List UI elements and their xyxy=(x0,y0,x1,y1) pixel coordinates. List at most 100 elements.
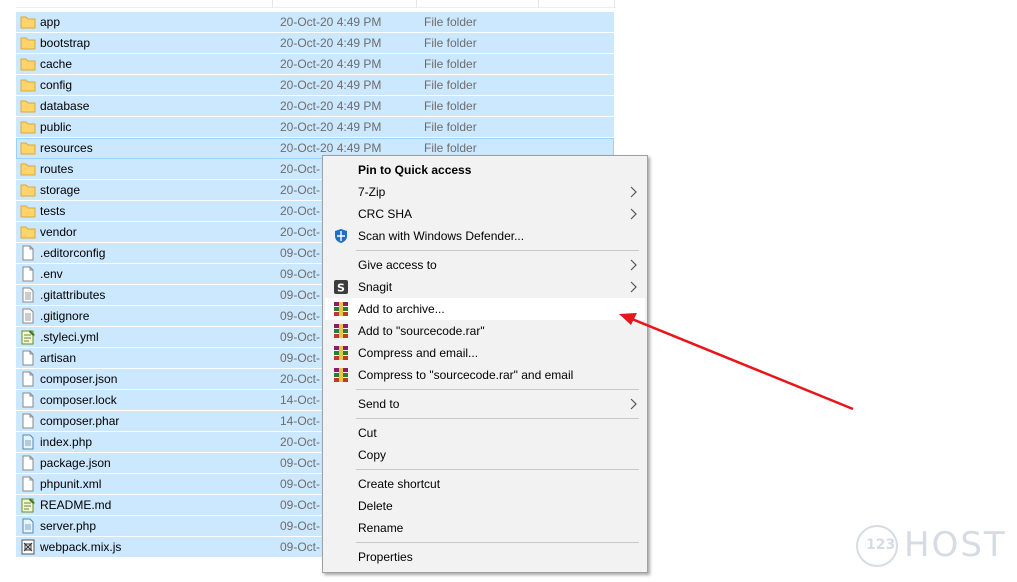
winrar-icon xyxy=(333,323,349,339)
file-name: vendor xyxy=(40,225,77,239)
file-type: File folder xyxy=(424,141,477,155)
file-date: 09-Oct- xyxy=(280,477,321,491)
file-name: README.md xyxy=(40,498,112,512)
file-date: 09-Oct- xyxy=(280,519,321,533)
file-date: 09-Oct- xyxy=(280,288,321,302)
menu-item-compress-and-email[interactable]: Compress and email... xyxy=(325,342,645,364)
menu-item-label: Add to archive... xyxy=(358,302,445,316)
file-type: File folder xyxy=(424,120,477,134)
file-date: 14-Oct- xyxy=(280,414,321,428)
file-name: bootstrap xyxy=(40,36,91,50)
file-row[interactable]: app 20-Oct-20 4:49 PM File folder xyxy=(16,12,614,33)
menu-item-copy[interactable]: Copy xyxy=(325,444,645,466)
winrar-icon xyxy=(333,367,349,383)
watermark-number: 123 xyxy=(866,537,896,553)
file-row[interactable]: database 20-Oct-20 4:49 PM File folder xyxy=(16,96,614,117)
menu-item-7zip[interactable]: 7-Zip xyxy=(325,181,645,203)
file-date: 20-Oct-20 4:49 PM xyxy=(280,120,382,134)
folder-icon xyxy=(20,203,36,219)
file-date: 09-Oct- xyxy=(280,330,321,344)
file-date: 20-Oct- xyxy=(280,183,321,197)
menu-item-send-to[interactable]: Send to xyxy=(325,393,645,415)
folder-icon xyxy=(20,161,36,177)
svg-text:S: S xyxy=(337,282,345,295)
defender-shield-icon xyxy=(333,228,349,244)
menu-item-properties[interactable]: Properties xyxy=(325,546,645,568)
menu-item-create-shortcut[interactable]: Create shortcut xyxy=(325,473,645,495)
menu-item-give-access-to[interactable]: Give access to xyxy=(325,254,645,276)
menu-separator xyxy=(356,250,639,251)
watermark-logo: 123 HOST xyxy=(856,523,1016,567)
file-date: 20-Oct-20 4:49 PM xyxy=(280,78,382,92)
file-date: 20-Oct-20 4:49 PM xyxy=(280,99,382,113)
file-date: 20-Oct-20 4:49 PM xyxy=(280,15,382,29)
file-date: 20-Oct- xyxy=(280,372,321,386)
file-icon xyxy=(20,266,36,282)
text-file-icon xyxy=(20,308,36,324)
menu-separator xyxy=(356,389,639,390)
menu-item-rename[interactable]: Rename xyxy=(325,517,645,539)
file-name: public xyxy=(40,120,72,134)
file-date: 20-Oct-20 4:49 PM xyxy=(280,141,382,155)
file-row[interactable]: cache 20-Oct-20 4:49 PM File folder xyxy=(16,54,614,75)
file-type: File folder xyxy=(424,15,477,29)
notepad-file-icon xyxy=(20,497,36,513)
file-date: 20-Oct- xyxy=(280,204,321,218)
context-menu: Pin to Quick access 7-Zip CRC SHA Scan w… xyxy=(322,155,648,573)
file-date: 09-Oct- xyxy=(280,498,321,512)
file-name: .editorconfig xyxy=(40,246,106,260)
menu-item-label: 7-Zip xyxy=(358,185,386,199)
folder-icon xyxy=(20,182,36,198)
file-name: .styleci.yml xyxy=(40,330,99,344)
file-name: app xyxy=(40,15,61,29)
menu-item-label: Send to xyxy=(358,397,400,411)
menu-item-label: Rename xyxy=(358,521,404,535)
file-date: 20-Oct- xyxy=(280,162,321,176)
menu-item-label: Scan with Windows Defender... xyxy=(358,229,525,243)
file-date: 20-Oct- xyxy=(280,435,321,449)
menu-item-cut[interactable]: Cut xyxy=(325,422,645,444)
file-date: 14-Oct- xyxy=(280,393,321,407)
file-type: File folder xyxy=(424,36,477,50)
js-file-icon xyxy=(20,539,36,555)
chevron-right-icon xyxy=(629,398,637,410)
menu-item-label: Create shortcut xyxy=(358,477,441,491)
file-icon xyxy=(20,476,36,492)
file-row[interactable]: config 20-Oct-20 4:49 PM File folder xyxy=(16,75,614,96)
file-name: tests xyxy=(40,204,66,218)
menu-item-pin-to-quick-access[interactable]: Pin to Quick access xyxy=(325,159,645,181)
file-icon xyxy=(20,350,36,366)
php-file-icon xyxy=(20,518,36,534)
file-type: File folder xyxy=(424,99,477,113)
chevron-right-icon xyxy=(629,186,637,198)
menu-item-scan-defender[interactable]: Scan with Windows Defender... xyxy=(325,225,645,247)
menu-item-label: Cut xyxy=(358,426,377,440)
folder-icon xyxy=(20,119,36,135)
menu-item-label: Give access to xyxy=(358,258,437,272)
file-type: File folder xyxy=(424,57,477,71)
file-name: index.php xyxy=(40,435,93,449)
file-icon xyxy=(20,371,36,387)
file-name: .gitattributes xyxy=(40,288,106,302)
menu-item-add-to-archive[interactable]: Add to archive... xyxy=(325,298,645,320)
file-type: File folder xyxy=(424,78,477,92)
chevron-right-icon xyxy=(629,208,637,220)
file-row[interactable]: bootstrap 20-Oct-20 4:49 PM File folder xyxy=(16,33,614,54)
menu-item-label: Compress and email... xyxy=(358,346,479,360)
php-file-icon xyxy=(20,434,36,450)
file-name: .env xyxy=(40,267,63,281)
text-file-icon xyxy=(20,287,36,303)
file-name: cache xyxy=(40,57,73,71)
menu-separator xyxy=(356,469,639,470)
file-date: 20-Oct-20 4:49 PM xyxy=(280,57,382,71)
menu-item-delete[interactable]: Delete xyxy=(325,495,645,517)
menu-item-add-to-sourcecode-rar[interactable]: Add to "sourcecode.rar" xyxy=(325,320,645,342)
notepad-file-icon xyxy=(20,329,36,345)
menu-item-compress-to-rar-and-email[interactable]: Compress to "sourcecode.rar" and email xyxy=(325,364,645,386)
menu-item-label: Copy xyxy=(358,448,387,462)
menu-item-snagit[interactable]: S Snagit xyxy=(325,276,645,298)
menu-item-crc-sha[interactable]: CRC SHA xyxy=(325,203,645,225)
file-name: composer.json xyxy=(40,372,118,386)
folder-icon xyxy=(20,98,36,114)
file-row[interactable]: public 20-Oct-20 4:49 PM File folder xyxy=(16,117,614,138)
